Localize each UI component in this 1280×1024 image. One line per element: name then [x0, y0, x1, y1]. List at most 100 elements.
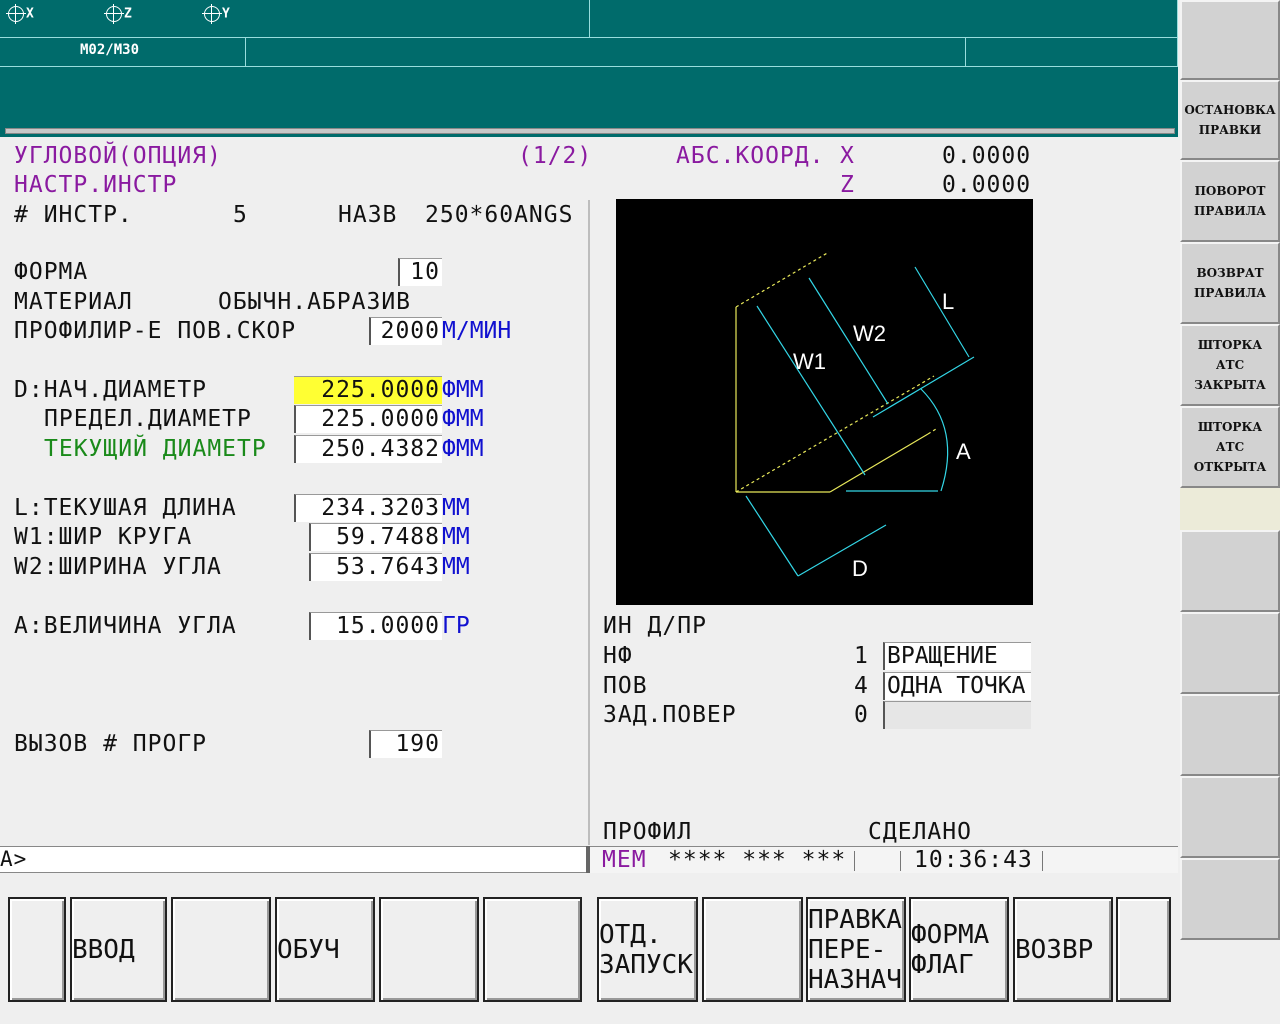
w1-unit: ММ	[442, 524, 470, 550]
softkey-teach[interactable]: ОБУЧ	[275, 897, 375, 1002]
wheel-diagram-svg: L W2 W1 A D	[735, 251, 975, 581]
status-stars: **** *** ***	[668, 847, 847, 873]
side-key-10[interactable]	[1180, 776, 1280, 858]
softkey-separate-start[interactable]: ОТД. ЗАПУСК	[597, 897, 698, 1002]
pov-number: 4	[854, 673, 869, 699]
machine-status: MEM **** *** *** 10:36:43	[590, 846, 1178, 873]
length-field[interactable]: 234.3203	[294, 494, 442, 522]
angle-label: A:ВЕЛИЧИНА УГЛА	[14, 613, 237, 639]
done-label: СДЕЛАНО	[868, 819, 972, 845]
w2-unit: ММ	[442, 554, 470, 580]
pov-select[interactable]: ОДНА ТОЧКА	[883, 672, 1031, 700]
angle-unit: ГР	[442, 613, 470, 639]
nf-select[interactable]: ВРАЩЕНИЕ	[883, 642, 1031, 670]
back-surface-number: 0	[854, 702, 869, 728]
side-key-9[interactable]	[1180, 694, 1280, 776]
speed-unit: М/МИН	[442, 318, 512, 344]
tool-name: 250*60ANGS	[425, 202, 574, 228]
back-surface-select[interactable]	[883, 701, 1031, 729]
page-indicator: (1/2)	[518, 143, 593, 169]
axis-z: Z	[104, 4, 132, 24]
shape-field[interactable]: 10	[398, 258, 442, 286]
wheel-outline	[735, 251, 937, 493]
status-separator	[1042, 851, 1043, 871]
shape-label: ФОРМА	[14, 259, 89, 285]
nf-label: НФ	[603, 643, 633, 669]
side-key-atc-shutter-closed[interactable]: ШТОРКА АТС ЗАКРЫТА	[1180, 324, 1280, 406]
softkey-8[interactable]	[702, 897, 803, 1002]
softkey-1[interactable]	[8, 897, 66, 1002]
softkey-dress-reassign[interactable]: ПРАВКА ПЕРЕ- НАЗНАЧ	[806, 897, 906, 1002]
axis-y: Y	[202, 4, 230, 24]
pov-label: ПОВ	[603, 673, 648, 699]
page-subtitle: НАСТР.ИНСТР	[14, 172, 178, 198]
side-key-stop-dressing[interactable]: ОСТАНОВКА ПРАВКИ	[1180, 80, 1280, 160]
limit-diameter-field[interactable]: 225.0000	[294, 405, 442, 433]
dressing-section-title: ИН Д/ПР	[603, 613, 707, 639]
angle-field[interactable]: 15.0000	[309, 612, 442, 640]
limit-diameter-unit: ФММ	[442, 406, 484, 432]
status-separator	[900, 851, 901, 871]
info-cell	[590, 0, 1178, 38]
scrollbar[interactable]	[5, 128, 1175, 134]
side-key-return-dresser[interactable]: ВОЗВРАТ ПРАВИЛА	[1180, 242, 1280, 324]
command-line[interactable]: A>	[0, 846, 588, 873]
m-code: M02/M30	[80, 42, 140, 58]
page-title: УГЛОВОЙ(ОПЦИЯ)	[14, 143, 222, 169]
length-label: L:ТЕКУШАЯ ДЛИНА	[14, 495, 237, 521]
tool-number-label: # ИНСТР.	[14, 202, 133, 228]
length-unit: ММ	[442, 495, 470, 521]
softkey-6[interactable]	[483, 897, 582, 1002]
w2-field[interactable]: 53.7643	[309, 553, 442, 581]
start-diameter-field[interactable]: 225.0000	[294, 376, 442, 404]
coord-label: АБС.КООРД.	[676, 143, 825, 169]
x-axis-label: X	[840, 143, 855, 169]
back-surface-label: ЗАД.ПОВЕР	[603, 702, 737, 728]
side-key-rotate-dresser[interactable]: ПОВОРОТ ПРАВИЛА	[1180, 160, 1280, 242]
side-key-atc-shutter-open[interactable]: ШТОРКА АТС ОТКРЫТА	[1180, 406, 1280, 488]
side-key-11[interactable]	[1180, 858, 1280, 940]
material-value: ОБЫЧН.АБРАЗИВ	[218, 289, 412, 315]
softkey-3[interactable]	[171, 897, 271, 1002]
z-axis-label: Z	[840, 172, 855, 198]
side-key-8[interactable]	[1180, 612, 1280, 694]
side-key-1[interactable]	[1180, 0, 1280, 80]
command-prompt: A>	[0, 847, 28, 871]
softkey-shape-flag[interactable]: ФОРМА ФЛАГ	[909, 897, 1009, 1002]
axis-cell	[0, 0, 590, 38]
softkey-return[interactable]: ВОЗВР	[1013, 897, 1113, 1002]
crosshair-icon	[6, 4, 26, 24]
current-diameter-unit: ФММ	[442, 436, 484, 462]
w2-label: W2:ШИРИНА УГЛА	[14, 554, 222, 580]
dimension-lines	[745, 266, 975, 577]
nf-number: 1	[854, 643, 869, 669]
speed-field[interactable]: 2000	[369, 317, 442, 345]
label-w2: W2	[853, 321, 886, 346]
current-diameter-field[interactable]: 250.4382	[294, 435, 442, 463]
label-w1: W1	[793, 349, 826, 374]
tool-name-label: НАЗВ	[338, 202, 398, 228]
label-l: L	[942, 289, 954, 314]
x-coord-value: 0.0000	[942, 143, 1032, 169]
program-label: ВЫЗОВ # ПРОГР	[14, 731, 208, 757]
crosshair-icon	[202, 4, 222, 24]
side-key-7[interactable]	[1180, 530, 1280, 612]
softkey-input[interactable]: ВВОД	[70, 897, 167, 1002]
start-diameter-unit: ФММ	[442, 377, 484, 403]
start-diameter-label: D:НАЧ.ДИАМЕТР	[14, 377, 208, 403]
label-d: D	[852, 556, 868, 581]
w1-field[interactable]: 59.7488	[309, 523, 442, 551]
status-bar: X Z Y M02/M30	[0, 0, 1178, 137]
wheel-diagram: L W2 W1 A D	[616, 199, 1033, 605]
speed-label: ПРОФИЛИР-Е ПОВ.СКОР	[14, 318, 297, 344]
softkey-12[interactable]	[1116, 897, 1171, 1002]
program-field[interactable]: 190	[369, 730, 442, 758]
panel-divider	[588, 200, 590, 845]
profile-label: ПРОФИЛ	[603, 819, 693, 845]
message-cell	[246, 38, 966, 67]
w1-label: W1:ШИР КРУГА	[14, 524, 193, 550]
clock: 10:36:43	[914, 847, 1033, 873]
z-coord-value: 0.0000	[942, 172, 1032, 198]
status-separator	[854, 851, 855, 871]
softkey-5[interactable]	[379, 897, 479, 1002]
